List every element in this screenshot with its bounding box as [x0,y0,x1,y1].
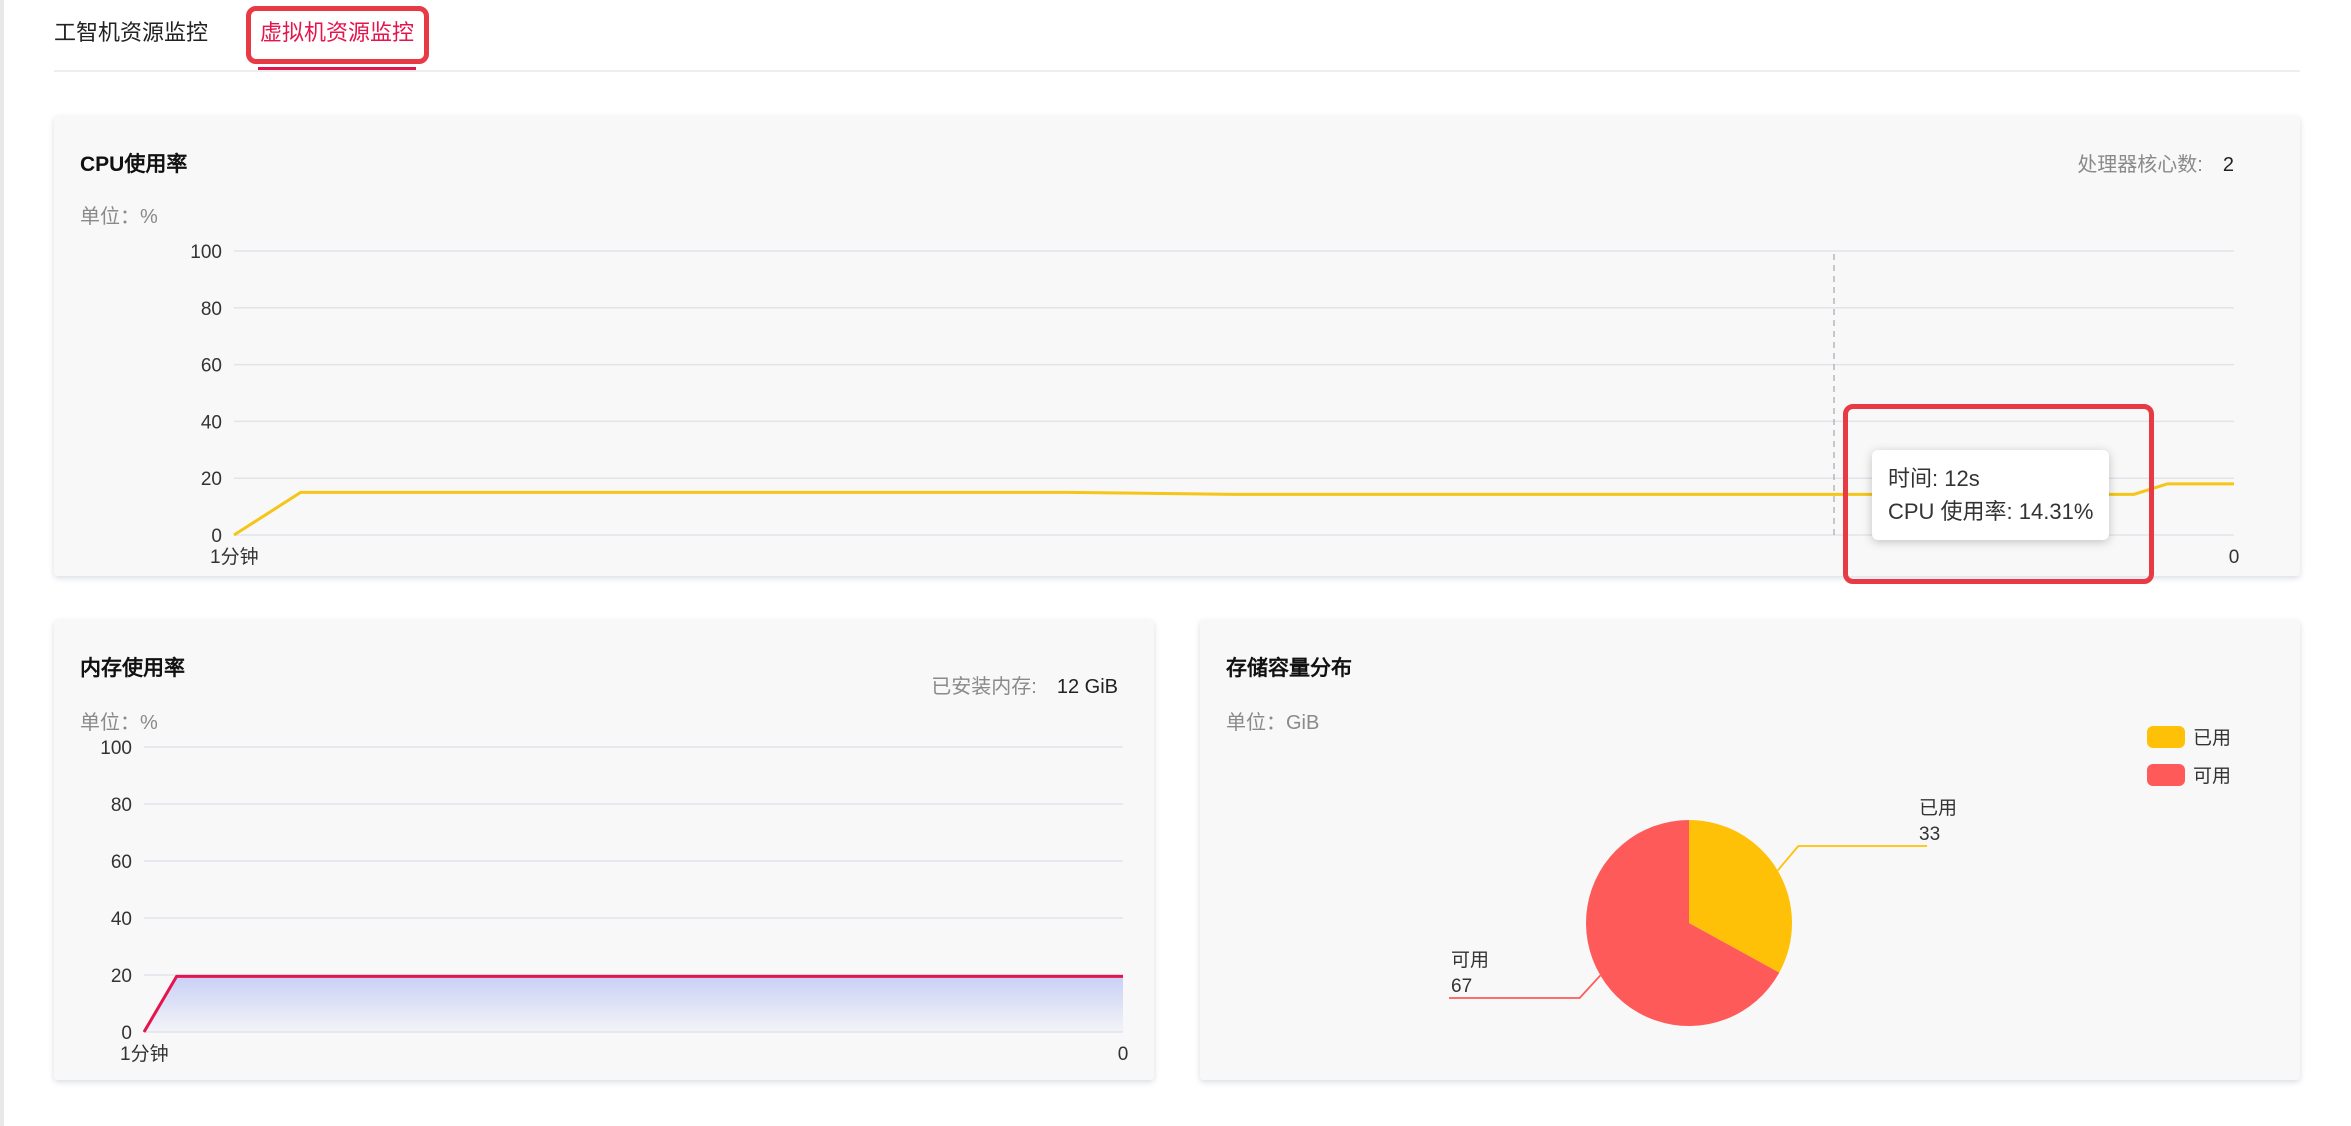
pie-label-value-1: 67 [1451,976,1472,997]
cpu-ytick-label: 80 [201,299,222,320]
cpu-ytick-label: 100 [190,242,222,263]
mem-ytick-label: 40 [111,909,132,930]
cpu-xtick-end: 0 [2229,547,2240,568]
legend-swatch-0 [2147,726,2185,748]
storage-pie-chart[interactable]: 已用33可用67已用可用 [1200,620,2300,1080]
cpu-ytick-label: 40 [201,412,222,433]
pie-label-name-0: 已用 [1919,798,1957,819]
cpu-tooltip: 时间: 12s CPU 使用率: 14.31% [1872,450,2110,540]
tooltip-time: 时间: 12s [1888,466,1980,491]
mem-area-fill [144,976,1123,1032]
legend-label-1: 可用 [2193,766,2231,787]
cpu-xtick-start: 1分钟 [210,546,259,568]
mem-ytick-label: 100 [100,738,132,759]
mem-ytick-label: 80 [111,795,132,816]
legend-swatch-1 [2147,764,2185,786]
cpu-ytick-label: 60 [201,356,222,377]
mem-ytick-label: 20 [111,966,132,987]
mem-xtick-start: 1分钟 [120,1043,169,1065]
cpu-ytick-label: 20 [201,469,222,490]
mem-xtick-end: 0 [1118,1044,1129,1065]
tooltip-value: CPU 使用率: 14.31% [1888,499,2094,524]
legend-label-0: 已用 [2193,728,2231,749]
mem-ytick-label: 60 [111,852,132,873]
pie-label-value-0: 33 [1919,824,1940,845]
pie-label-line-0 [1776,845,1927,872]
cpu-ytick-label: 0 [211,526,222,547]
memory-area-chart[interactable]: 0204060801001分钟 0 [0,620,1160,1080]
mem-ytick-label: 0 [121,1023,132,1044]
pie-label-name-1: 可用 [1451,950,1489,971]
